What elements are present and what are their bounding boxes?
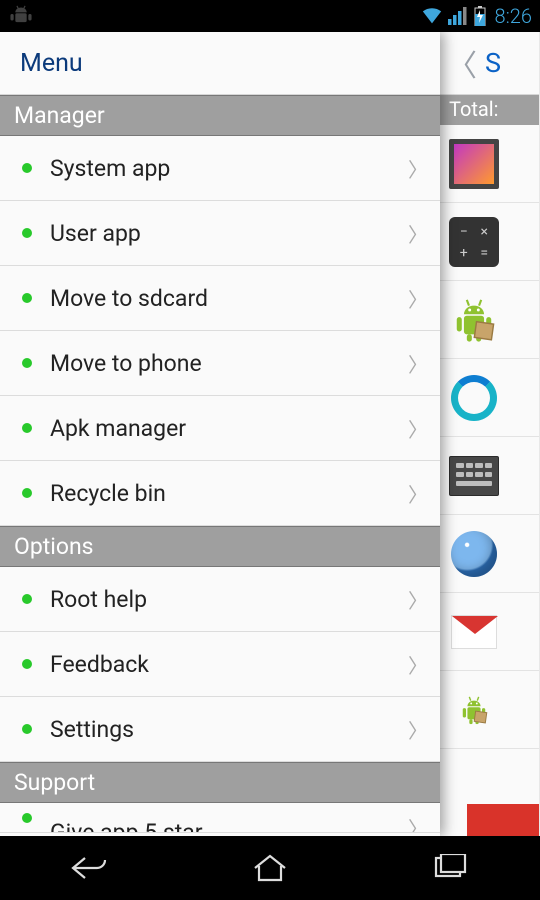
nav-home-button[interactable] [230,847,310,889]
drawer-header: Menu [0,32,440,95]
bullet-icon [22,163,32,173]
menu-settings[interactable]: Settings〉 [0,697,440,762]
menu-item-label: Give app 5 star [50,819,408,833]
menu-item-label: Root help [50,586,408,613]
bullet-icon [22,293,32,303]
menu-give-5-star[interactable]: Give app 5 star〉 [0,803,440,833]
chevron-right-icon: 〉 [408,585,428,614]
chevron-right-icon: 〉 [408,414,428,443]
bullet-icon [22,423,32,433]
signal-icon [447,7,469,25]
drawer-title: Menu [20,49,83,78]
bullet-icon [22,659,32,669]
section-header: Support [0,762,440,803]
menu-drawer: Menu ManagerSystem app〉User app〉Move to … [0,32,440,836]
bullet-icon [22,488,32,498]
android-logo-icon [8,4,34,24]
status-bar: 8:26 [0,0,540,32]
menu-item-label: Move to sdcard [50,285,408,312]
menu-item-label: Apk manager [50,415,408,442]
menu-root-help[interactable]: Root help〉 [0,567,440,632]
menu-feedback[interactable]: Feedback〉 [0,632,440,697]
total-bar: Total: [439,95,539,125]
system-navbar [0,836,540,900]
bullet-icon [22,813,32,823]
app-browser[interactable] [439,359,539,437]
app-droidbox[interactable] [439,281,539,359]
menu-apk-manager[interactable]: Apk manager〉 [0,396,440,461]
menu-item-label: Move to phone [50,350,408,377]
chevron-right-icon: 〉 [408,813,428,833]
menu-item-label: Recycle bin [50,480,408,507]
menu-item-label: System app [50,155,408,182]
chevron-right-icon: 〉 [408,479,428,508]
chevron-right-icon: 〉 [408,349,428,378]
app-gmail[interactable] [439,593,539,671]
bullet-icon [22,724,32,734]
under-header[interactable]: 〈 S [439,32,539,95]
menu-move-sdcard[interactable]: Move to sdcard〉 [0,266,440,331]
section-header: Manager [0,95,440,136]
section-header: Options [0,526,440,567]
app-calc[interactable]: −×+= [439,203,539,281]
chevron-right-icon: 〉 [408,154,428,183]
app-gallery[interactable] [439,125,539,203]
menu-item-label: Settings [50,716,408,743]
chevron-right-icon: 〉 [408,650,428,679]
menu-move-phone[interactable]: Move to phone〉 [0,331,440,396]
underlying-page: 〈 S Total: −×+= [439,32,539,836]
menu-item-label: Feedback [50,651,408,678]
app-keyboard[interactable] [439,437,539,515]
chevron-right-icon: 〉 [408,715,428,744]
under-title: S [485,47,501,79]
menu-user-app[interactable]: User app〉 [0,201,440,266]
menu-item-label: User app [50,220,408,247]
uninstall-button[interactable] [467,804,539,836]
status-clock: 8:26 [495,4,532,28]
wifi-icon [421,7,443,25]
chevron-right-icon: 〉 [408,284,428,313]
bullet-icon [22,594,32,604]
app-earth[interactable] [439,515,539,593]
bullet-icon [22,358,32,368]
menu-recycle-bin[interactable]: Recycle bin〉 [0,461,440,526]
nav-back-button[interactable] [50,847,130,889]
chevron-right-icon: 〉 [408,219,428,248]
nav-recent-button[interactable] [410,847,490,889]
bullet-icon [22,228,32,238]
back-icon[interactable]: 〈 [447,41,477,85]
menu-system-app[interactable]: System app〉 [0,136,440,201]
battery-charging-icon [473,6,487,26]
app-droid2[interactable] [439,671,539,749]
